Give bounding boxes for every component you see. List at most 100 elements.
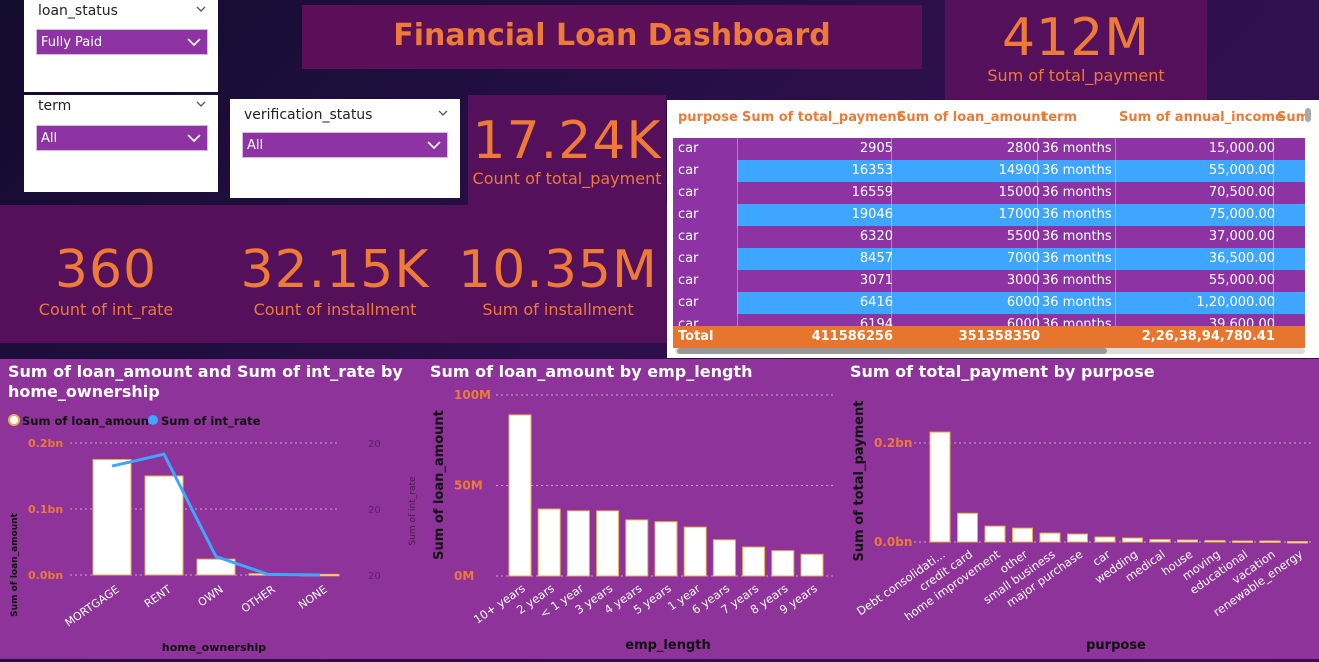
grid-line — [737, 182, 738, 204]
table-row[interactable]: car 6320 5500 36 months 37,000.00 — [673, 226, 1305, 248]
cell-purpose: car — [678, 141, 699, 156]
column-header[interactable]: Sum of loan_amount — [897, 110, 1047, 125]
bar[interactable] — [929, 431, 951, 543]
grid-line — [1115, 204, 1116, 226]
cell-loan-amount: 7000 — [1006, 251, 1040, 266]
bar[interactable] — [596, 510, 620, 577]
bar[interactable] — [771, 550, 795, 577]
chart-purpose: 0.0bn0.2bnSum of total_paymentDebt conso… — [852, 401, 1314, 653]
column-header[interactable]: term — [1042, 110, 1077, 125]
bar[interactable] — [800, 553, 824, 577]
bar[interactable] — [537, 508, 561, 577]
slicer-verification-title: verification_status — [244, 107, 373, 123]
column-header[interactable]: Sum of total_payment — [742, 110, 903, 125]
bar[interactable] — [957, 512, 978, 543]
bar[interactable] — [566, 510, 590, 577]
table-row[interactable]: car 16559 15000 36 months 70,500.00 — [673, 182, 1305, 204]
vertical-scrollbar-thumb[interactable] — [1305, 108, 1311, 122]
cell-purpose: car — [678, 207, 699, 222]
verification-status-value: All — [247, 138, 264, 153]
table-row[interactable]: car 19046 17000 36 months 75,000.00 — [673, 204, 1305, 226]
chart-emp-length: 0M50M100MSum of loan_amount10+ years2 ye… — [432, 388, 834, 653]
bar[interactable] — [1149, 539, 1171, 543]
cell-loan-amount: 15000 — [998, 185, 1040, 200]
x-tick-label: MORTGAGE — [63, 583, 122, 630]
bar[interactable] — [1232, 540, 1253, 544]
grid-line — [1115, 226, 1116, 248]
grid-line — [1115, 314, 1116, 326]
x-axis-title: home_ownership — [162, 641, 266, 654]
bar[interactable] — [1094, 536, 1116, 543]
cell-total-payment: 3071 — [859, 273, 893, 288]
cell-purpose: car — [678, 295, 699, 310]
table-row[interactable]: car 6194 6000 36 months 39,600.00 — [673, 314, 1305, 326]
kpi-label: Sum of total_payment — [987, 66, 1165, 85]
cell-annual-income: 55,000.00 — [1208, 163, 1275, 178]
bar[interactable] — [654, 521, 678, 577]
table-row[interactable]: car 16353 14900 36 months 55,000.00 — [673, 160, 1305, 182]
line-series-int-rate[interactable] — [111, 452, 321, 577]
kpi-sum-total-payment: 412M Sum of total_payment — [945, 0, 1207, 100]
chevron-down-icon[interactable] — [438, 108, 448, 118]
grid-line — [737, 292, 738, 314]
grid-line — [737, 160, 738, 182]
chevron-down-icon[interactable] — [196, 99, 206, 109]
bar[interactable] — [1012, 527, 1033, 543]
grid-line — [1115, 138, 1116, 160]
total-loan-amount: 351358350 — [958, 329, 1040, 344]
bar[interactable] — [144, 475, 184, 576]
table-total-row: Total 411586256 351358350 2,26,38,94,780.41 — [673, 326, 1305, 348]
x-tick-label: RENT — [142, 583, 174, 611]
bar[interactable] — [1177, 539, 1198, 543]
bar[interactable] — [1204, 540, 1226, 543]
kpi-value: 360 — [54, 240, 158, 300]
bar[interactable] — [1259, 540, 1281, 544]
legend-label[interactable]: Sum of loan_amount — [22, 414, 155, 429]
bar[interactable] — [1039, 532, 1061, 543]
horizontal-scrollbar-thumb[interactable] — [677, 348, 1107, 354]
bar[interactable] — [508, 414, 532, 577]
cell-loan-amount: 17000 — [998, 207, 1040, 222]
verification-status-dropdown[interactable]: All — [242, 132, 448, 158]
total-annual-income: 2,26,38,94,780.41 — [1141, 329, 1275, 344]
y-tick-label: 0M — [454, 569, 474, 583]
title-banner: Financial Loan Dashboard — [302, 5, 922, 69]
term-dropdown[interactable]: All — [36, 125, 208, 151]
cell-term: 36 months — [1042, 185, 1112, 200]
slicer-term: term All — [24, 95, 218, 192]
cell-purpose: car — [678, 185, 699, 200]
legend-label[interactable]: Sum of int_rate — [161, 414, 261, 429]
y-axis-title: Sum of loan_amount — [432, 410, 447, 560]
table-row[interactable]: car 6416 6000 36 months 1,20,000.00 — [673, 292, 1305, 314]
cell-annual-income: 37,000.00 — [1208, 229, 1275, 244]
loan-status-dropdown[interactable]: Fully Paid — [36, 29, 208, 55]
bar[interactable] — [1067, 533, 1088, 543]
table-row[interactable]: car 2905 2800 36 months 15,000.00 — [673, 138, 1305, 160]
cell-purpose: car — [678, 251, 699, 266]
cell-loan-amount: 2800 — [1006, 141, 1040, 156]
y2-axis-title: Sum of int_rate — [408, 476, 418, 546]
column-header[interactable]: Sum of annual_income — [1119, 110, 1284, 125]
bar[interactable] — [625, 519, 649, 577]
table-row[interactable]: car 8457 7000 36 months 36,500.00 — [673, 248, 1305, 270]
bar[interactable] — [742, 546, 766, 577]
x-axis-title: purpose — [1086, 638, 1146, 653]
bar[interactable] — [984, 525, 1006, 543]
column-header[interactable]: purpose — [678, 110, 738, 125]
legend-marker-int-rate — [148, 415, 158, 425]
kpi-label: Count of int_rate — [38, 300, 174, 319]
y2-tick-label: 20 — [368, 571, 381, 582]
bar[interactable] — [712, 539, 736, 577]
bar[interactable] — [683, 526, 707, 577]
slicer-loan-status: loan_status Fully Paid — [24, 0, 218, 92]
term-value: All — [41, 131, 58, 146]
kpi-value: 17.24K — [472, 111, 662, 171]
bar[interactable] — [92, 459, 132, 576]
grid-line — [737, 270, 738, 292]
bar[interactable] — [1122, 537, 1143, 543]
chevron-down-icon[interactable] — [196, 4, 206, 14]
bar[interactable] — [1287, 541, 1308, 544]
chart-home-ownership: Sum of loan_amount Sum of int_rate 0.0bn 0.… — [8, 414, 418, 654]
y-tick-label: 0.2bn — [28, 437, 63, 450]
table-row[interactable]: car 3071 3000 36 months 55,000.00 — [673, 270, 1305, 292]
